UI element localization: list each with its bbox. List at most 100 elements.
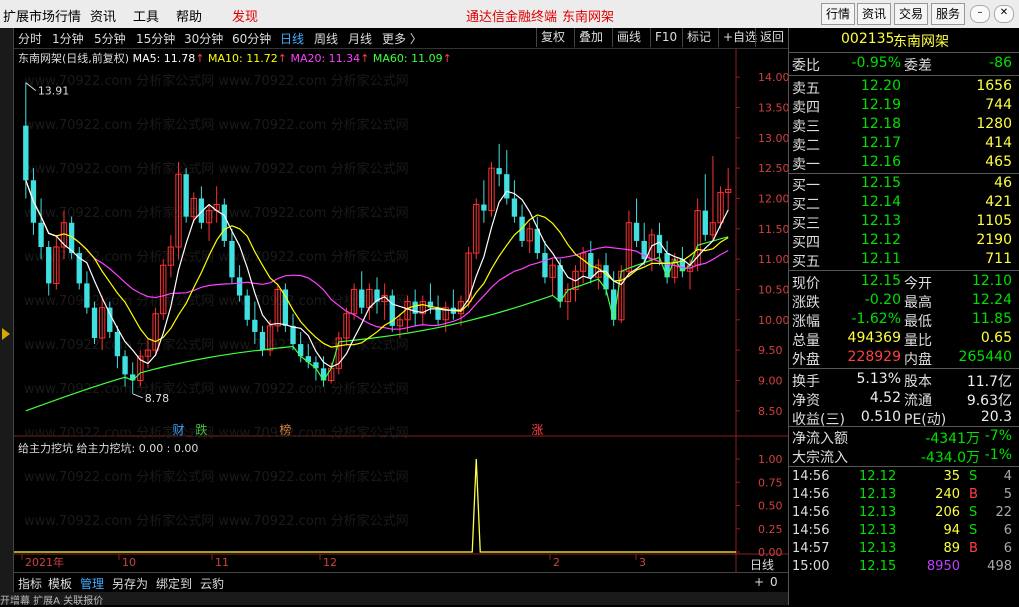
- candle-body: [122, 356, 128, 375]
- period-fenshi[interactable]: 分时: [18, 30, 42, 47]
- bid-price: 12.15: [860, 175, 901, 191]
- period-monthly[interactable]: 月线: [348, 30, 372, 47]
- menu-item-ext-market[interactable]: 扩展市场行情: [3, 6, 81, 25]
- watermark-text: www.70922.com 分析家公式网 www.70922.com 分析家公式…: [24, 469, 409, 485]
- tick-row: 14:56 12.13 94 S 6: [792, 523, 1012, 538]
- fundamental-row: 换手 5.13% 股本 11.7亿: [792, 371, 1012, 390]
- candle-body: [542, 253, 548, 278]
- back-button[interactable]: 返回: [755, 28, 788, 47]
- tab-bind-to[interactable]: 绑定到: [156, 575, 192, 592]
- stat-row: 现价 12.15 今开 12.10: [792, 273, 1012, 292]
- tick-row: 15:00 12.15 8950 498: [792, 559, 1012, 574]
- minimize-icon[interactable]: –: [970, 5, 990, 23]
- left-collapse-strip[interactable]: [0, 28, 14, 593]
- service-button[interactable]: 服务: [931, 3, 966, 25]
- quote-panel: 002135 东南网架 委比 -0.95% 委差 -86 卖五 12.20 1656…: [788, 28, 1019, 605]
- draw-button[interactable]: 画线: [612, 28, 645, 47]
- tab-save-as[interactable]: 另存为: [112, 575, 148, 592]
- bid-row: 买二 12.14 421: [789, 194, 1019, 213]
- menu-item-help[interactable]: 帮助: [176, 6, 202, 25]
- chart-legend: 东南网架(日线,前复权) MA5: 11.78↑ MA10: 11.72↑ MA…: [18, 52, 452, 65]
- tab-manage[interactable]: 管理: [80, 575, 104, 592]
- period-label: 日线: [750, 558, 774, 572]
- footer-strip: 开增幕 扩展A 关联报价: [0, 592, 788, 607]
- tab-indicator[interactable]: 指标: [18, 575, 42, 592]
- kline-chart[interactable]: www.70922.com 分析家公式网 www.70922.com 分析家公式…: [14, 49, 788, 572]
- price-tick-label: 12.00: [758, 192, 788, 205]
- time-tick-label: 2: [553, 556, 560, 569]
- period-30min[interactable]: 30分钟: [184, 30, 223, 47]
- ask-label: 卖一: [792, 157, 820, 173]
- watermark-text: www.70922.com 分析家公式网 www.70922.com 分析家公式…: [24, 513, 409, 529]
- promo-stock[interactable]: 东南网架: [562, 6, 614, 25]
- tick-row: 14:56 12.12 35 S 4: [792, 469, 1012, 484]
- bid-volume: 46: [994, 175, 1012, 191]
- tab-template[interactable]: 模板: [48, 575, 72, 592]
- tab-cloud[interactable]: 云豹: [200, 575, 224, 592]
- stat-value: -0.20: [864, 292, 901, 308]
- price-tick-label: 10.00: [758, 314, 788, 327]
- period-60min[interactable]: 60分钟: [232, 30, 271, 47]
- candle-body: [633, 222, 640, 241]
- candle-body: [23, 125, 29, 181]
- ask-label: 卖五: [792, 81, 820, 97]
- mark-button[interactable]: 标记: [682, 28, 715, 47]
- menu-item-news[interactable]: 资讯: [90, 6, 116, 25]
- ask-price: 12.16: [860, 154, 901, 170]
- ask-price: 12.17: [860, 135, 901, 151]
- stat-row: 涨幅 -1.62% 最低 11.85: [792, 311, 1012, 330]
- price-tick-label: 10.50: [758, 283, 788, 296]
- bid-label: 买五: [792, 254, 820, 270]
- event-tag: 涨: [531, 422, 543, 437]
- watermark-text: www.70922.com 分析家公式网 www.70922.com 分析家公式…: [24, 73, 409, 89]
- zoom-in-button[interactable]: +: [754, 575, 764, 589]
- expand-arrow-icon[interactable]: [2, 328, 10, 340]
- bottom-tab-bar: 指标 模板 管理 另存为 绑定到 云豹 + 0: [14, 572, 788, 593]
- close-icon[interactable]: ✕: [994, 5, 1014, 23]
- menu-item-tools[interactable]: 工具: [133, 6, 159, 25]
- candle-body: [91, 307, 98, 338]
- bid-row: 买四 12.12 2190: [789, 232, 1019, 251]
- tick-row: 14:57 12.13 89 B 6: [792, 541, 1012, 556]
- time-tick-label: 11: [215, 556, 229, 569]
- candle-body: [511, 198, 518, 217]
- bid-volume: 711: [985, 251, 1012, 267]
- candle-body: [259, 331, 266, 351]
- stat-value: 228929: [847, 349, 901, 365]
- period-15min[interactable]: 15分钟: [136, 30, 175, 47]
- candle-body: [236, 277, 243, 296]
- overlay-button[interactable]: 叠加: [574, 28, 607, 47]
- period-daily[interactable]: 日线: [280, 30, 304, 47]
- f10-button[interactable]: F10: [650, 28, 681, 47]
- candle-body: [221, 204, 227, 241]
- period-more[interactable]: 更多 〉: [382, 30, 422, 47]
- bid-volume: 2190: [976, 232, 1012, 248]
- time-tick-label: 3: [639, 556, 646, 569]
- adjust-button[interactable]: 复权: [536, 28, 569, 47]
- period-1min[interactable]: 1分钟: [52, 30, 84, 47]
- flow-row: 净流入额 -4341万 -7%: [792, 428, 1012, 447]
- zoom-reset-button[interactable]: 0: [770, 575, 778, 589]
- news-button[interactable]: 资讯: [857, 3, 892, 25]
- stat-value: 265440: [958, 349, 1012, 365]
- menu-item-discover[interactable]: 发现: [232, 6, 258, 25]
- period-weekly[interactable]: 周线: [314, 30, 338, 47]
- sub-tick-label: 0.25: [758, 523, 783, 536]
- price-tick-label: 13.50: [758, 101, 788, 114]
- ask-row: 卖二 12.17 414: [789, 135, 1019, 154]
- ask-volume: 1656: [976, 78, 1012, 94]
- candle-body: [252, 319, 258, 332]
- bid-price: 12.13: [860, 213, 901, 229]
- time-tick-label: 2021年: [25, 555, 64, 569]
- sub-tick-label: 1.00: [758, 453, 783, 466]
- candle-body: [229, 240, 235, 278]
- quote-button[interactable]: 行情: [821, 3, 856, 25]
- candle-body: [282, 289, 289, 326]
- period-5min[interactable]: 5分钟: [94, 30, 126, 47]
- watermark-text: www.70922.com 分析家公式网 www.70922.com 分析家公式…: [24, 381, 409, 397]
- promo-terminal[interactable]: 通达信金融终端: [466, 6, 557, 25]
- weibi-row: 委比 -0.95% 委差 -86: [792, 55, 1012, 74]
- trade-button[interactable]: 交易: [894, 3, 929, 25]
- ask-price: 12.18: [860, 116, 901, 132]
- candle-body: [359, 289, 365, 308]
